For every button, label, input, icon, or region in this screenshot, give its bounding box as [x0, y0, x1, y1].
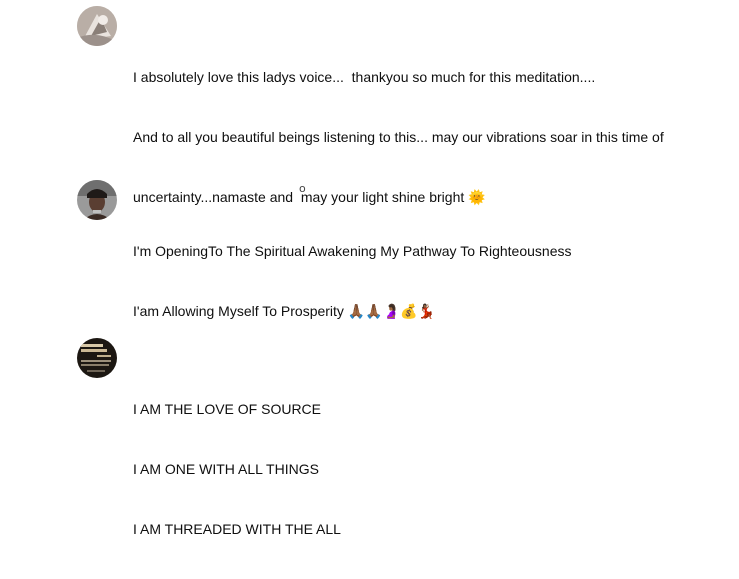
avatar[interactable]	[77, 338, 117, 378]
avatar[interactable]	[77, 6, 117, 46]
comment-line: I AM THE LOVE OF SOURCE	[133, 401, 322, 417]
comment-line: And to all you beautiful beings listenin…	[133, 129, 664, 145]
comment-line: I AM THREADED WITH THE ALL	[133, 521, 341, 537]
stray-text-mark: o	[299, 182, 306, 195]
avatar-image	[77, 338, 117, 378]
comment-text: I AM THE LOVE OF SOURCE I AM ONE WITH AL…	[133, 359, 723, 579]
comment-line: I AM ONE WITH ALL THINGS	[133, 461, 319, 477]
avatar[interactable]	[77, 180, 117, 220]
avatar-image	[77, 6, 117, 46]
comment-text: I'm OpeningTo The Spiritual Awakening My…	[133, 201, 723, 361]
comment-line: I'am Allowing Myself To Prosperity 🙏🏾🙏🏾🤰…	[133, 303, 435, 319]
comment-line: I absolutely love this ladys voice... th…	[133, 69, 596, 85]
comment-line: I'm OpeningTo The Spiritual Awakening My…	[133, 243, 572, 259]
avatar-image	[77, 180, 117, 220]
